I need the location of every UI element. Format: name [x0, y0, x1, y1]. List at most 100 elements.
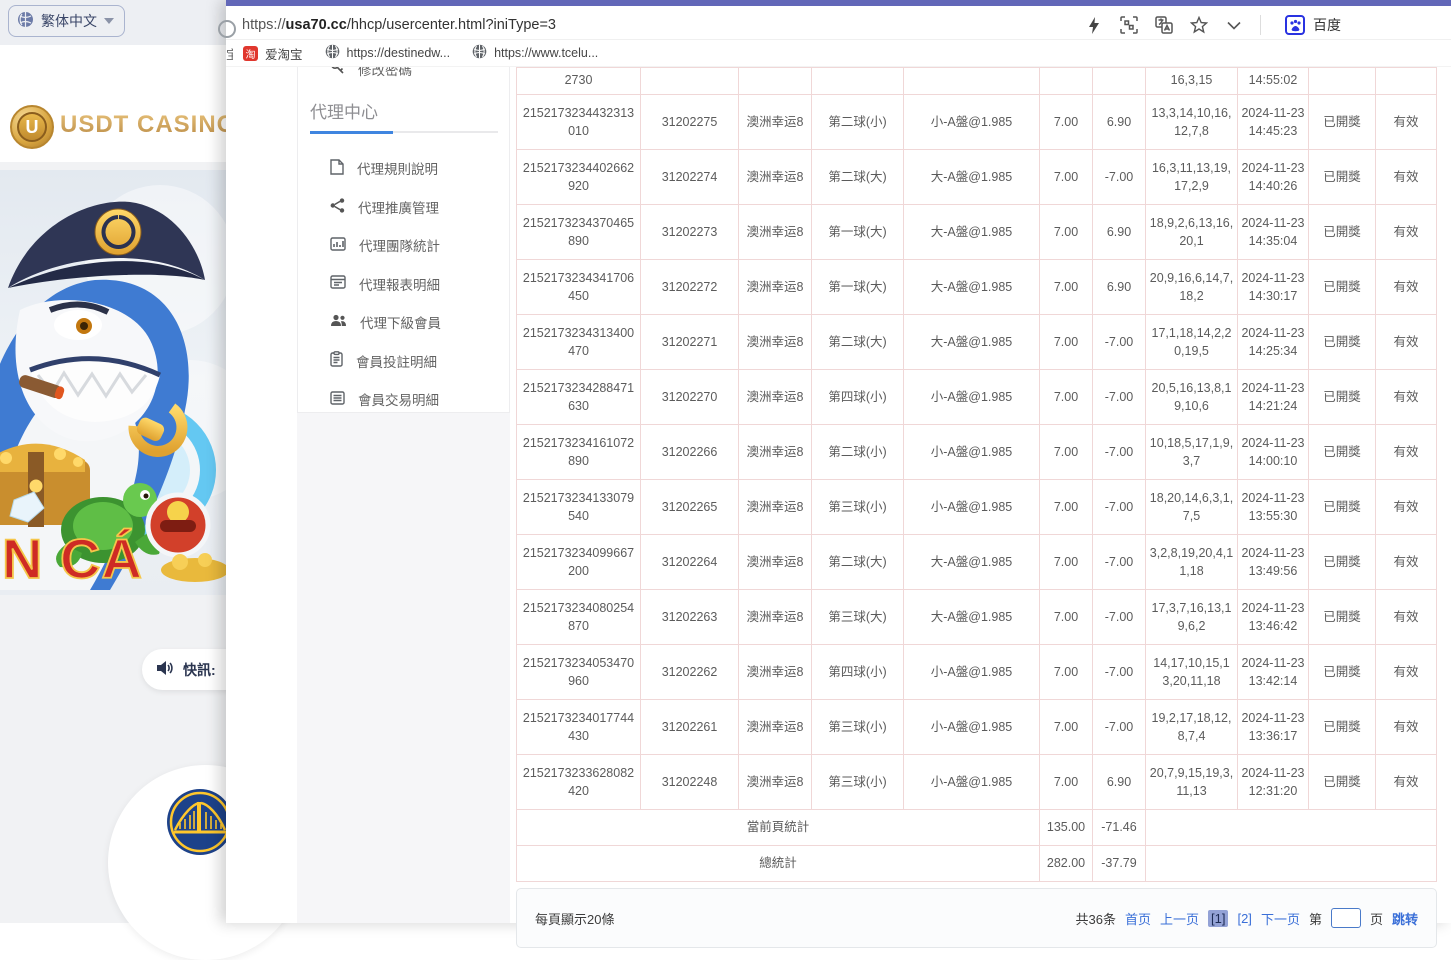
sidebar-item-agent-team-stats[interactable]: 代理團隊統計 — [298, 226, 509, 265]
amount-cell: 7.00 — [1039, 149, 1093, 205]
content-cell: 大-A盤@1.985 — [903, 534, 1040, 590]
period-cell: 31202248 — [640, 754, 739, 810]
content-cell: 大-A盤@1.985 — [903, 259, 1040, 315]
bookmark-taobao[interactable]: 淘 爱淘宝 — [243, 44, 303, 63]
play-cell — [811, 67, 904, 95]
valid-cell: 有效 — [1375, 754, 1437, 810]
game-cell: 澳洲幸运8 — [738, 149, 812, 205]
result-cell: 16,3,15 — [1145, 67, 1238, 95]
period-cell: 31202265 — [640, 479, 739, 535]
sidebar-item-agent-report-detail[interactable]: 代理報表明細 — [298, 265, 509, 304]
status-cell: 已開獎 — [1308, 754, 1376, 810]
game-cell: 澳洲幸运8 — [738, 644, 812, 700]
sidebar-item-member-bet-detail[interactable]: 會員投註明細 — [298, 342, 509, 381]
table-row: 2152173234053470960 31202262 澳洲幸运8 第四球(小… — [516, 644, 1437, 700]
valid-cell: 有效 — [1375, 204, 1437, 260]
amount-cell: 7.00 — [1039, 204, 1093, 260]
period-cell: 31202263 — [640, 589, 739, 645]
table-row: 2152173234313400470 31202271 澳洲幸运8 第二球(大… — [516, 314, 1437, 370]
order-cell: 2152173233628082420 — [516, 754, 641, 810]
table-row: 2152173234288471630 31202270 澳洲幸运8 第四球(小… — [516, 369, 1437, 425]
table-row: 2152173234161072890 31202266 澳洲幸运8 第二球(小… — [516, 424, 1437, 480]
news-label: 快訊: — [183, 661, 216, 678]
partial-bookmark[interactable]: 宝 — [226, 44, 233, 63]
chevron-down-icon[interactable] — [1225, 16, 1243, 34]
amount-cell: 7.00 — [1039, 754, 1093, 810]
share-icon — [330, 198, 345, 216]
status-cell: 已開獎 — [1308, 699, 1376, 755]
order-cell: 2152173234099667200 — [516, 534, 641, 590]
game-cell: 澳洲幸运8 — [738, 94, 812, 150]
play-cell: 第三球(大) — [811, 589, 904, 645]
usdt-coin-icon: U — [10, 105, 54, 149]
bookmark-tcelu[interactable]: https://www.tcelu... — [472, 44, 598, 62]
bookmarks-bar: 宝 淘 爱淘宝 https://destinedw... https://www… — [226, 40, 1451, 67]
period-cell: 31202273 — [640, 204, 739, 260]
sidebar-item-agent-rules[interactable]: 代理規則說明 — [298, 149, 509, 188]
play-cell: 第三球(小) — [811, 754, 904, 810]
lightning-icon[interactable] — [1085, 16, 1103, 34]
page-1-current[interactable]: [1] — [1208, 909, 1229, 927]
sidebar-item-member-transaction-detail[interactable]: 會員交易明細 — [298, 380, 509, 412]
table-row-partial: 2730 16,3,15 14:55:02 — [516, 67, 1437, 95]
sidebar-item-change-password[interactable]: 修改密碼 — [298, 67, 509, 84]
sidebar-item-agent-sub-members[interactable]: 代理下級會員 — [298, 303, 509, 342]
valid-cell: 有效 — [1375, 314, 1437, 370]
translate-icon[interactable] — [1155, 16, 1173, 34]
time-cell: 2024-11-23 12:31:20 — [1237, 754, 1309, 810]
status-cell — [1308, 67, 1376, 95]
table-row: 2152173234080254870 31202263 澳洲幸运8 第三球(大… — [516, 589, 1437, 645]
result-cell: 20,7,9,15,19,3,11,13 — [1145, 754, 1238, 810]
table-row: 2152173234341706450 31202272 澳洲幸运8 第一球(大… — [516, 259, 1437, 315]
winloss-cell — [1092, 67, 1146, 95]
content-cell: 小-A盤@1.985 — [903, 94, 1040, 150]
warriors-bridge-logo[interactable] — [166, 788, 234, 856]
url-input[interactable]: https://usa70.cc/hhcp/usercenter.html?in… — [242, 17, 556, 33]
content-cell: 小-A盤@1.985 — [903, 699, 1040, 755]
table-row: 2152173234432313010 31202275 澳洲幸运8 第二球(小… — [516, 94, 1437, 150]
result-cell: 16,3,11,13,19,17,2,9 — [1145, 149, 1238, 205]
result-cell: 18,9,2,6,13,16,20,1 — [1145, 204, 1238, 260]
summary-label: 當前頁統計 — [516, 809, 1040, 846]
jump-prefix: 第 — [1308, 911, 1322, 927]
status-cell: 已開獎 — [1308, 589, 1376, 645]
section-title: 代理中心 — [310, 103, 378, 122]
prev-page-link[interactable]: 上一页 — [1160, 909, 1199, 928]
winloss-cell: -7.00 — [1092, 699, 1146, 755]
winloss-cell: -7.00 — [1092, 644, 1146, 700]
first-page-link[interactable]: 首页 — [1125, 909, 1151, 928]
content-cell: 大-A盤@1.985 — [903, 589, 1040, 645]
language-selector[interactable]: 繁体中文 — [8, 5, 125, 37]
amount-cell: 7.00 — [1039, 534, 1093, 590]
summary-row-total: 總統計 282.00 -37.79 — [516, 845, 1437, 882]
time-cell: 2024-11-23 13:36:17 — [1237, 699, 1309, 755]
baidu-bookmark[interactable]: 百度 — [1285, 15, 1341, 35]
table-row: 2152173234017744430 31202261 澳洲幸运8 第三球(小… — [516, 699, 1437, 755]
next-page-link[interactable]: 下一页 — [1261, 909, 1300, 928]
game-cell: 澳洲幸运8 — [738, 589, 812, 645]
result-cell: 13,3,14,10,16,12,7,8 — [1145, 94, 1238, 150]
agent-menu: 修改密碼 代理中心 代理規則說明 代理推廣管理 代理團隊統計 代理報表明細 代理… — [297, 67, 510, 413]
valid-cell: 有效 — [1375, 699, 1437, 755]
users-icon — [330, 314, 347, 330]
summary-winloss: -71.46 — [1092, 809, 1146, 846]
game-cell: 澳洲幸运8 — [738, 534, 812, 590]
jump-button[interactable]: 跳转 — [1392, 909, 1418, 928]
winloss-cell: -7.00 — [1092, 149, 1146, 205]
sidebar-item-agent-promotion[interactable]: 代理推廣管理 — [298, 188, 509, 227]
per-page-label: 每頁顯示20條 — [535, 911, 615, 927]
table-row: 2152173234099667200 31202264 澳洲幸运8 第二球(大… — [516, 534, 1437, 590]
bookmark-destinedw[interactable]: https://destinedw... — [325, 44, 450, 62]
star-icon[interactable] — [1190, 16, 1208, 34]
play-cell: 第四球(小) — [811, 369, 904, 425]
period-cell: 31202274 — [640, 149, 739, 205]
winloss-cell: -7.00 — [1092, 534, 1146, 590]
baidu-icon — [1285, 15, 1305, 35]
period-cell: 31202261 — [640, 699, 739, 755]
baidu-label: 百度 — [1313, 17, 1341, 33]
page-jump-input[interactable] — [1330, 908, 1361, 928]
miniprogram-icon[interactable] — [1120, 16, 1138, 34]
page-2-link[interactable]: [2] — [1237, 911, 1251, 926]
speaker-icon — [156, 660, 174, 679]
period-cell: 31202272 — [640, 259, 739, 315]
